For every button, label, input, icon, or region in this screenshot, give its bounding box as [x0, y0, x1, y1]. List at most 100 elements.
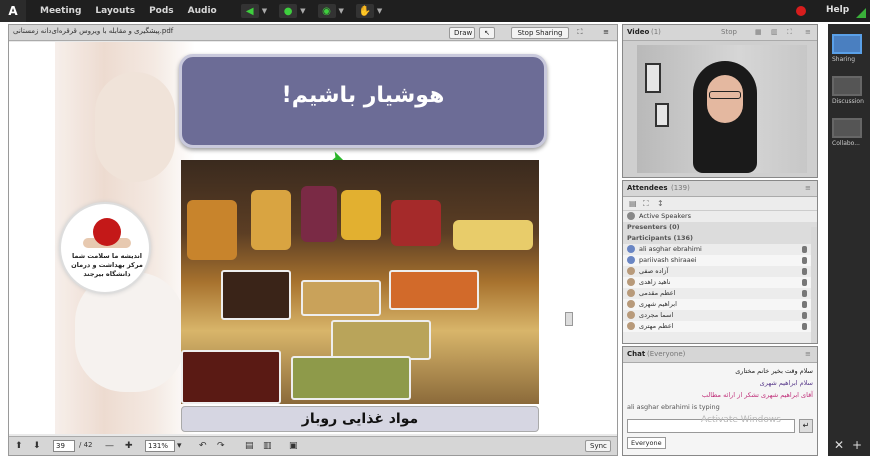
rotate-left-icon[interactable]: ↶: [199, 441, 207, 451]
participants-section[interactable]: Participants (136): [623, 233, 817, 244]
shared-file-name: پیشگیری و مقابله با ویروس قرقره‌ای‌دانه …: [13, 27, 174, 35]
microphone-icon: [802, 279, 807, 286]
participant-row[interactable]: ابراهیم شهری: [623, 299, 817, 310]
sync-button[interactable]: Sync: [585, 440, 611, 452]
participant-row[interactable]: اعظم مهتری: [623, 321, 817, 332]
menu-layouts[interactable]: Layouts: [95, 6, 135, 16]
chat-title: Chat: [627, 350, 646, 358]
recording-indicator-icon[interactable]: [796, 6, 806, 16]
participant-name: اعظم مقدمی: [639, 289, 676, 297]
logo-caption: اندیشه ما سلامت شما مرکز بهداشت و درمان …: [67, 252, 147, 279]
two-page-icon[interactable]: ▥: [263, 441, 272, 451]
add-layout-icon[interactable]: +: [852, 438, 862, 452]
participant-row[interactable]: اعظم مقدمی: [623, 288, 817, 299]
grid-view-icon[interactable]: ▦: [755, 28, 762, 36]
photo-jar: [251, 190, 291, 250]
share-pod-titlebar: پیشگیری و مقابله با ویروس قرقره‌ای‌دانه …: [9, 25, 617, 41]
participant-row[interactable]: آزاده صفی: [623, 266, 817, 277]
participant-row[interactable]: اسما مجردی: [623, 310, 817, 321]
photo-jar: [453, 220, 533, 250]
first-page-icon[interactable]: ⬆: [15, 441, 23, 451]
wall-frame: [655, 103, 669, 127]
microphone-icon: [802, 246, 807, 253]
pod-menu-icon[interactable]: ≡: [599, 27, 613, 39]
splitter-handle[interactable]: [565, 312, 573, 326]
layout-label: Sharing: [832, 56, 856, 63]
microphone-icon: [802, 323, 807, 330]
participant-list: ali asghar ebrahimi pariivash shiraaei آزا…: [623, 244, 817, 332]
chat-tab-everyone[interactable]: Everyone: [627, 437, 666, 449]
microphone-control[interactable]: ● ▼: [279, 4, 306, 18]
webcam-control[interactable]: ◉ ▼: [317, 4, 344, 18]
stop-video-button[interactable]: Stop: [721, 28, 737, 36]
chat-message: سلام ابراهیم شهری: [759, 379, 813, 387]
menu-audio[interactable]: Audio: [188, 6, 217, 16]
fullscreen-icon[interactable]: ⛶: [787, 28, 792, 37]
layouts-rail: Sharing Discussion Collabo... ✕ +: [828, 24, 870, 456]
photo-tray: [301, 280, 381, 316]
slide-title-box: هوشیار باشیم!: [179, 54, 547, 148]
collapse-rail-icon[interactable]: ✕: [834, 438, 844, 452]
photo-face: [95, 72, 175, 182]
draw-button[interactable]: Draw: [449, 27, 475, 39]
microphone-icon: [802, 301, 807, 308]
previous-page-icon[interactable]: ⬇: [33, 441, 41, 451]
participant-name: آزاده صفی: [639, 267, 669, 275]
participants-label: Participants (136): [627, 234, 694, 242]
microphone-icon: [802, 257, 807, 264]
participant-row[interactable]: ali asghar ebrahimi: [623, 244, 817, 255]
help-menu[interactable]: Help: [826, 5, 849, 15]
rotate-right-icon[interactable]: ↷: [217, 441, 225, 451]
zoom-out-icon[interactable]: —: [105, 441, 114, 451]
speaker-icon: ◀: [240, 4, 259, 18]
photo-jar: [391, 200, 441, 246]
chat-message: سلام وقت بخیر خانم مختاری: [735, 367, 813, 375]
raise-hand-control[interactable]: ✋ ▼: [355, 4, 382, 18]
send-message-icon[interactable]: ↵: [799, 419, 813, 433]
webcam-video[interactable]: [637, 45, 807, 173]
user-icon: [627, 311, 635, 319]
participant-row[interactable]: ناهید زاهدی: [623, 277, 817, 288]
attendees-pod: Attendees (139) ≡ ▤ ⛶ ↕ Active Speakers …: [622, 180, 818, 344]
sort-icon[interactable]: ↕: [657, 199, 664, 208]
layout-sharing[interactable]: Sharing: [832, 34, 864, 63]
layout-label: Collabo...: [832, 140, 860, 147]
layout-discussion[interactable]: Discussion: [832, 76, 864, 105]
pointer-icon[interactable]: ↖: [479, 27, 495, 39]
fullscreen-icon[interactable]: ⛶: [573, 27, 587, 39]
menu-meeting[interactable]: Meeting: [40, 6, 81, 16]
attendee-scrollbar[interactable]: [811, 227, 817, 343]
zoom-input[interactable]: 131%: [145, 440, 175, 452]
filmstrip-icon[interactable]: ▥: [771, 28, 778, 36]
hand-icon: ✋: [355, 4, 374, 18]
chevron-down-icon: ▼: [338, 7, 344, 15]
stop-sharing-button[interactable]: Stop Sharing: [511, 27, 569, 39]
pod-menu-icon[interactable]: ≡: [805, 28, 811, 36]
list-view-icon[interactable]: ▤: [629, 199, 637, 208]
logo-text-line-3: دانشگاه بیرجند: [83, 270, 131, 278]
presenters-section[interactable]: Presenters (0): [623, 222, 817, 233]
speaker-control[interactable]: ◀ ▼: [240, 4, 267, 18]
microphone-icon: [802, 268, 807, 275]
pod-menu-icon[interactable]: ≡: [805, 350, 811, 358]
zoom-dropdown-icon[interactable]: ▾: [177, 441, 182, 451]
speaker-icon: [627, 212, 635, 220]
layout-thumbnail: [832, 118, 862, 138]
menu-bar: A Meeting Layouts Pods Audio ◀ ▼ ● ▼ ◉ ▼ ✋ ▼…: [0, 0, 870, 22]
shared-document-canvas[interactable]: اندیشه ما سلامت شما مرکز بهداشت و درمان …: [9, 42, 617, 434]
status-view-icon[interactable]: ⛶: [643, 199, 649, 209]
webcam-icon: ◉: [317, 4, 336, 18]
single-page-icon[interactable]: ▤: [245, 441, 254, 451]
microphone-icon: [802, 290, 807, 297]
zoom-slider-icon[interactable]: ✚: [125, 441, 133, 451]
activate-windows-watermark: Activate Windows: [701, 415, 781, 425]
layout-collaboration[interactable]: Collabo...: [832, 118, 864, 147]
participant-row[interactable]: pariivash shiraaei: [623, 255, 817, 266]
video-pod-title: Video: [627, 28, 650, 36]
attendees-count: (139): [671, 184, 690, 192]
pod-menu-icon[interactable]: ≡: [805, 184, 811, 192]
menu-pods[interactable]: Pods: [149, 6, 174, 16]
page-number-input[interactable]: 39: [53, 440, 75, 452]
chevron-down-icon: ▼: [300, 7, 306, 15]
download-icon[interactable]: ▣: [289, 441, 298, 451]
